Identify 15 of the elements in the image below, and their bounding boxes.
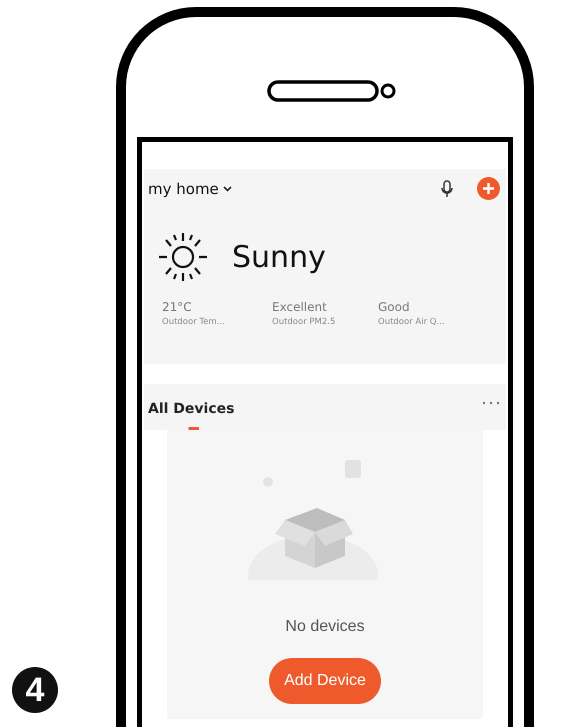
step-number-badge: 4: [12, 667, 58, 713]
chevron-down-icon: [222, 186, 232, 192]
stat-value: Excellent: [272, 300, 328, 314]
microphone-icon[interactable]: [441, 180, 453, 198]
home-selector[interactable]: my home: [148, 180, 232, 198]
stat-label: Outdoor Tem...: [162, 317, 226, 327]
stat-value: Good: [378, 300, 411, 314]
more-icon[interactable]: [482, 401, 500, 405]
weather-condition: Sunny: [232, 240, 326, 274]
stat-value: 21°C: [162, 300, 193, 314]
stat-label: Outdoor Air Q...: [378, 317, 446, 327]
add-icon[interactable]: [477, 177, 500, 200]
tab[interactable]: All Devices: [148, 401, 234, 430]
stat-label: Outdoor PM2.5: [272, 317, 336, 327]
empty-message: No devices: [285, 618, 365, 636]
